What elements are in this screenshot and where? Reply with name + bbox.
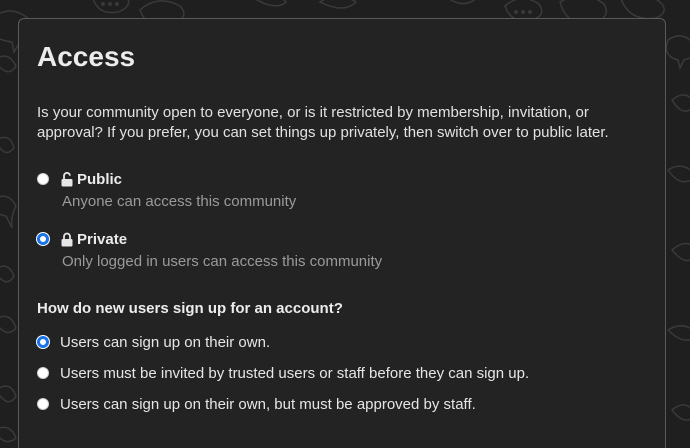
signup-option-self[interactable]: Users can sign up on their own. — [37, 332, 270, 352]
signup-self-label: Users can sign up on their own. — [60, 333, 271, 351]
signup-invite-label: Users must be invited by trusted users o… — [60, 364, 530, 382]
access-settings-card: Access Is your community open to everyon… — [18, 18, 666, 448]
private-description: Only logged in users can access this com… — [62, 253, 383, 270]
page-title: Access — [37, 41, 136, 72]
signup-approval-label: Users can sign up on their own, but must… — [60, 395, 476, 413]
signup-option-approval[interactable]: Users can sign up on their own, but must… — [37, 394, 476, 414]
private-label: Private — [77, 230, 128, 248]
signup-option-invite[interactable]: Users must be invited by trusted users o… — [37, 363, 529, 383]
locked-padlock-icon — [61, 231, 73, 247]
access-option-public[interactable]: Public Anyone can access this community — [37, 169, 637, 210]
private-radio[interactable] — [37, 233, 49, 245]
access-description: Is your community open to everyone, or i… — [37, 104, 609, 141]
signup-question: How do new users sign up for an account? — [37, 300, 343, 317]
signup-approval-radio[interactable] — [37, 398, 49, 410]
public-label: Public — [77, 170, 123, 188]
access-option-private[interactable]: Private Only logged in users can access … — [37, 229, 637, 270]
public-description: Anyone can access this community — [62, 193, 297, 210]
public-radio[interactable] — [37, 173, 49, 185]
signup-invite-radio[interactable] — [37, 367, 49, 379]
signup-self-radio[interactable] — [37, 336, 49, 348]
unlocked-padlock-icon — [61, 171, 73, 187]
